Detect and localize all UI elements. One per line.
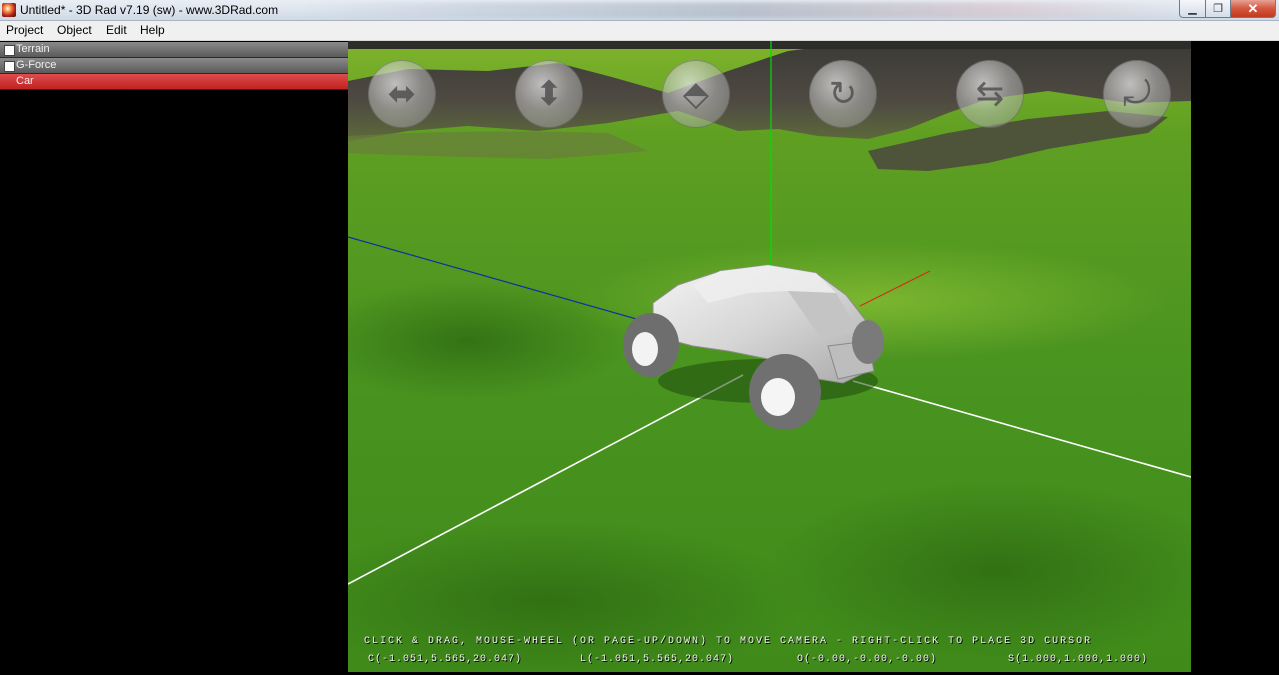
camera-hint: CLICK & DRAG, MOUSE-WHEEL (OR PAGE-UP/DO…	[364, 636, 1093, 647]
front-right-wheel	[852, 320, 884, 364]
scale-readout: S(1.000,1.000,1.000)	[1008, 654, 1149, 665]
lookat-readout: L(-1.051,5.565,20.047)	[580, 654, 735, 665]
window-title: Untitled* - 3D Rad v7.19 (sw) - www.3DRa…	[20, 3, 279, 17]
object-item-g-force[interactable]: G-Force	[0, 58, 348, 74]
right-panel	[1191, 41, 1279, 675]
menu-edit[interactable]: Edit	[106, 23, 127, 37]
minimize-button[interactable]: ▁	[1179, 0, 1206, 18]
app-icon[interactable]	[2, 3, 16, 17]
object-checkbox[interactable]	[4, 45, 15, 56]
menu-help[interactable]: Help	[140, 23, 165, 37]
rotate-vertical-button[interactable]: ↻	[809, 60, 877, 128]
pan-horizontal-button[interactable]: ⬌	[368, 60, 436, 128]
camera-position-readout: C(-1.051,5.565,20.047)	[368, 654, 523, 665]
title-bar: Untitled* - 3D Rad v7.19 (sw) - www.3DRa…	[0, 0, 1279, 21]
rear-wheel-hub	[632, 332, 658, 366]
object-label: G-Force	[16, 59, 57, 71]
window-controls: ▁ ❐ ✕	[1179, 0, 1276, 18]
move-forward-button[interactable]: ⬘	[662, 60, 730, 128]
pan-vertical-button[interactable]: ⬍	[515, 60, 583, 128]
title-bar-glass	[300, 2, 1180, 18]
menu-bar: Project Object Edit Help	[0, 21, 1279, 41]
menu-project[interactable]: Project	[6, 23, 43, 37]
scene-render[interactable]	[348, 41, 1191, 672]
3d-viewport[interactable]: ⬌ ⬍ ⬘ ↻ ⇆ ⤾ CLICK & DRAG, MOUSE-WHEEL (O…	[348, 41, 1191, 672]
menu-object[interactable]: Object	[57, 23, 92, 37]
object-item-terrain[interactable]: Terrain	[0, 42, 348, 58]
rotate-horizontal-button[interactable]: ⇆	[956, 60, 1024, 128]
maximize-button[interactable]: ❐	[1206, 0, 1231, 18]
sky-edge	[348, 41, 1191, 49]
object-item-car[interactable]: Car	[0, 74, 348, 90]
object-label: Car	[16, 75, 34, 87]
close-button[interactable]: ✕	[1231, 0, 1276, 18]
front-wheel-hub	[761, 378, 795, 416]
orientation-readout: O(-0.00,-0.00,-0.00)	[797, 654, 938, 665]
object-list: Terrain G-Force Car	[0, 41, 348, 675]
object-checkbox[interactable]	[4, 61, 15, 72]
object-label: Terrain	[16, 43, 50, 55]
roll-button[interactable]: ⤾	[1103, 60, 1171, 128]
